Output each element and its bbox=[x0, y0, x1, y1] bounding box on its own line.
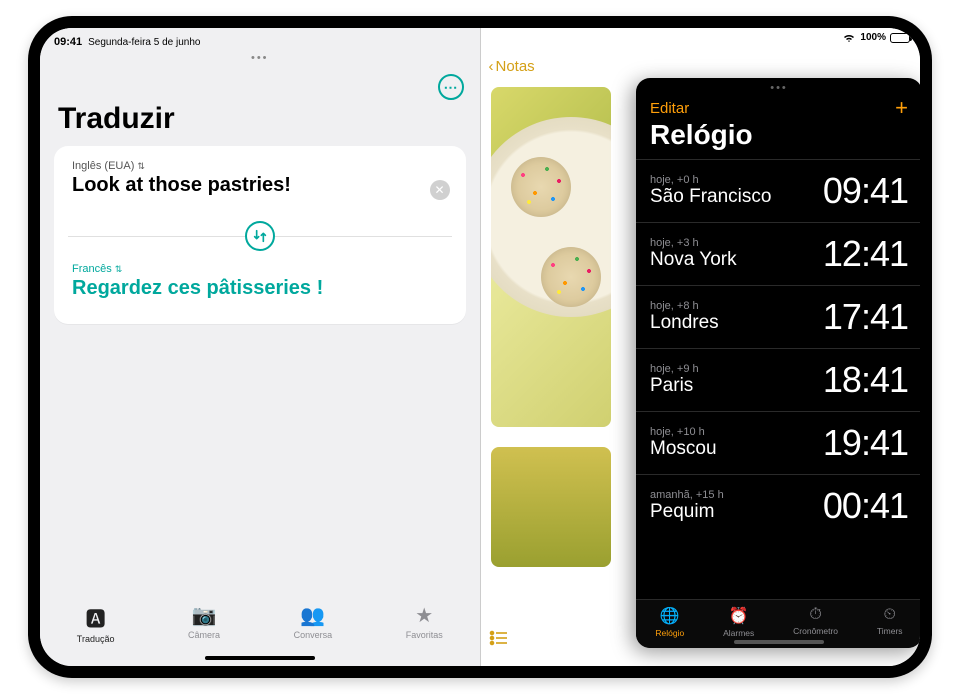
edit-button[interactable]: Editar bbox=[650, 100, 689, 117]
notes-back-button[interactable]: ‹ Notas bbox=[489, 58, 535, 75]
chevron-left-icon: ‹ bbox=[489, 58, 494, 75]
multitask-dots-icon[interactable]: ••• bbox=[40, 52, 480, 66]
clock-offset: hoje, +10 h bbox=[650, 426, 717, 438]
target-language-selector[interactable]: Francês ⇅ bbox=[72, 263, 448, 275]
swap-languages-button[interactable] bbox=[245, 221, 275, 251]
list-icon bbox=[489, 630, 509, 646]
tab-label: Favoritas bbox=[406, 630, 443, 640]
tab-favorites[interactable]: ★ Favoritas bbox=[406, 603, 443, 644]
clock-offset: hoje, +0 h bbox=[650, 174, 771, 186]
translate-icon: 🅰 bbox=[86, 603, 106, 632]
home-indicator[interactable] bbox=[205, 656, 315, 660]
tab-label: Câmera bbox=[188, 630, 220, 640]
status-bar-right: 100% bbox=[842, 32, 910, 43]
battery-percent: 100% bbox=[860, 32, 886, 43]
multitask-dots-icon[interactable]: ••• bbox=[636, 78, 920, 94]
timer-icon: ⏲ bbox=[883, 606, 895, 624]
more-options-button[interactable]: ⋯ bbox=[438, 74, 464, 100]
add-clock-button[interactable]: + bbox=[895, 100, 908, 117]
tab-timers[interactable]: ⏲ Timers bbox=[877, 606, 903, 638]
clock-time: 18:41 bbox=[823, 359, 908, 401]
alarm-icon: ⏰ bbox=[729, 606, 749, 626]
note-attached-image[interactable] bbox=[491, 447, 611, 567]
tab-label: Cronômetro bbox=[793, 626, 838, 636]
clock-offset: hoje, +8 h bbox=[650, 300, 719, 312]
people-icon: 👥 bbox=[300, 603, 325, 628]
clock-time: 17:41 bbox=[823, 296, 908, 338]
clock-row[interactable]: hoje, +8 h Londres 17:41 bbox=[636, 285, 920, 348]
tab-world-clock[interactable]: 🌐 Relógio bbox=[655, 606, 684, 638]
translate-app-pane: 09:41 Segunda-feira 5 de junho ••• ⋯ Tra… bbox=[40, 28, 481, 666]
clock-row[interactable]: amanhã, +15 h Pequim 00:41 bbox=[636, 474, 920, 537]
source-language-selector[interactable]: Inglês (EUA) ⇅ bbox=[72, 160, 448, 172]
chevron-updown-icon: ⇅ bbox=[137, 161, 145, 172]
globe-icon: 🌐 bbox=[660, 606, 680, 626]
clock-offset: hoje, +9 h bbox=[650, 363, 699, 375]
clock-slideover-window[interactable]: ••• Editar + Relógio hoje, +0 h São Fran… bbox=[636, 78, 920, 648]
tab-label: Alarmes bbox=[723, 628, 754, 638]
clock-city: Londres bbox=[650, 312, 719, 334]
star-icon: ★ bbox=[415, 603, 433, 628]
clock-city: São Francisco bbox=[650, 186, 771, 208]
back-label: Notas bbox=[496, 58, 535, 75]
camera-icon: 📷 bbox=[192, 603, 217, 628]
swap-icon bbox=[252, 228, 268, 244]
clock-time: 00:41 bbox=[823, 485, 908, 527]
chevron-updown-icon: ⇅ bbox=[115, 264, 123, 275]
target-language-label: Francês bbox=[72, 263, 112, 275]
page-title: Traduzir bbox=[40, 100, 480, 146]
slideover-home-indicator[interactable] bbox=[734, 640, 824, 644]
clock-row[interactable]: hoje, +0 h São Francisco 09:41 bbox=[636, 159, 920, 222]
tab-label: Relógio bbox=[655, 628, 684, 638]
notes-list-toggle-button[interactable] bbox=[489, 630, 509, 646]
tab-translation[interactable]: 🅰 Tradução bbox=[77, 603, 115, 644]
clock-time: 09:41 bbox=[823, 170, 908, 212]
clock-offset: hoje, +3 h bbox=[650, 237, 737, 249]
screen: 09:41 Segunda-feira 5 de junho ••• ⋯ Tra… bbox=[40, 28, 920, 666]
clock-city: Nova York bbox=[650, 249, 737, 271]
clock-city: Pequim bbox=[650, 501, 724, 523]
clock-time: 19:41 bbox=[823, 422, 908, 464]
tab-camera[interactable]: 📷 Câmera bbox=[188, 603, 220, 644]
stopwatch-icon: ⏱ bbox=[809, 606, 821, 624]
tab-alarms[interactable]: ⏰ Alarmes bbox=[723, 606, 754, 638]
source-text-input[interactable]: Look at those pastries! bbox=[72, 174, 448, 197]
status-time: 09:41 bbox=[54, 36, 82, 48]
clock-city: Paris bbox=[650, 375, 699, 397]
source-language-label: Inglês (EUA) bbox=[72, 160, 134, 172]
ipad-frame: 09:41 Segunda-feira 5 de junho ••• ⋯ Tra… bbox=[28, 16, 932, 678]
note-attached-image[interactable] bbox=[491, 87, 611, 427]
clock-row[interactable]: hoje, +10 h Moscou 19:41 bbox=[636, 411, 920, 474]
tab-label: Conversa bbox=[294, 630, 333, 640]
wifi-icon bbox=[842, 33, 856, 43]
notes-app-pane: 100% ‹ Notas bbox=[481, 28, 921, 666]
tab-label: Tradução bbox=[77, 634, 115, 644]
clock-offset: amanhã, +15 h bbox=[650, 489, 724, 501]
tab-label: Timers bbox=[877, 626, 903, 636]
clock-row[interactable]: hoje, +3 h Nova York 12:41 bbox=[636, 222, 920, 285]
world-clock-list[interactable]: hoje, +0 h São Francisco 09:41 hoje, +3 … bbox=[636, 159, 920, 599]
clock-time: 12:41 bbox=[823, 233, 908, 275]
status-bar: 09:41 Segunda-feira 5 de junho bbox=[40, 28, 480, 52]
translation-output: Regardez ces pâtisseries ! bbox=[72, 277, 448, 300]
clock-page-title: Relógio bbox=[636, 117, 920, 159]
tab-conversation[interactable]: 👥 Conversa bbox=[294, 603, 333, 644]
battery-icon bbox=[890, 33, 910, 43]
clock-city: Moscou bbox=[650, 438, 717, 460]
status-date: Segunda-feira 5 de junho bbox=[88, 37, 200, 48]
clock-row[interactable]: hoje, +9 h Paris 18:41 bbox=[636, 348, 920, 411]
translation-card: Inglês (EUA) ⇅ Look at those pastries! ✕… bbox=[54, 146, 466, 324]
tab-stopwatch[interactable]: ⏱ Cronômetro bbox=[793, 606, 838, 638]
clear-input-button[interactable]: ✕ bbox=[430, 180, 450, 200]
